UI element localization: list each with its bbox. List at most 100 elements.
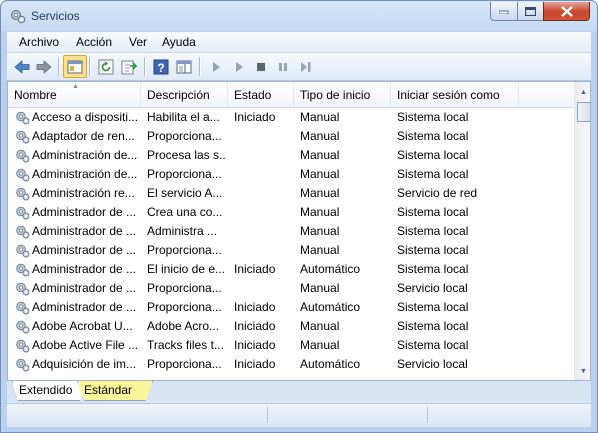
cell-description: Habilita el a...: [147, 110, 220, 124]
cell-startup: Manual: [300, 148, 340, 162]
toolbar-separator: [199, 57, 201, 76]
status-separator: [427, 407, 428, 423]
table-row[interactable]: Administrador de ... Proporciona... Manual…: [8, 279, 574, 298]
service-gear-icon: [15, 357, 30, 372]
maximize-button[interactable]: [517, 2, 544, 21]
column-header-name[interactable]: Nombre ▲: [8, 82, 141, 107]
cell-name: Adquisición de im...: [32, 357, 137, 371]
service-gear-icon: [15, 319, 30, 334]
table-row[interactable]: Administración de... Proporciona... Manual…: [8, 165, 574, 184]
back-arrow-icon: [14, 59, 30, 74]
table-row[interactable]: Administrador de ... Proporciona... Inicia…: [8, 298, 574, 317]
help-button[interactable]: ?: [150, 56, 172, 77]
cell-login: Sistema local: [397, 129, 469, 143]
cell-login: Sistema local: [397, 300, 469, 314]
services-window: Servicios Archivo Acción Ver Ayuda ? Nom…: [0, 0, 598, 433]
tab-estandar[interactable]: Estándar: [77, 381, 153, 401]
menu-archivo[interactable]: Archivo: [19, 35, 59, 49]
cell-name: Acceso a dispositi...: [32, 110, 139, 124]
cell-login: Sistema local: [397, 224, 469, 238]
vertical-scrollbar[interactable]: ▲ ▼: [574, 82, 590, 380]
window-title: Servicios: [31, 9, 80, 23]
cell-login: Sistema local: [397, 148, 469, 162]
cell-state: [234, 165, 294, 184]
scroll-down-icon[interactable]: ▼: [575, 363, 590, 380]
column-header-state[interactable]: Estado: [228, 82, 294, 107]
service-gear-icon: [15, 338, 30, 353]
cell-state: Iniciado: [234, 319, 276, 333]
cell-startup: Manual: [300, 319, 340, 333]
export-icon: [121, 60, 137, 74]
column-header-description[interactable]: Descripción: [141, 82, 228, 107]
cell-name: Adobe Active File ...: [32, 338, 139, 352]
forward-button[interactable]: [33, 56, 55, 77]
export-list-button[interactable]: [118, 56, 140, 77]
pause-service-button[interactable]: [272, 56, 294, 77]
column-header-startup[interactable]: Tipo de inicio: [294, 82, 391, 107]
cell-startup: Manual: [300, 224, 340, 238]
cell-login: Sistema local: [397, 167, 469, 181]
start-alt-icon: [236, 61, 243, 72]
cell-description: Adobe Acro...: [147, 319, 220, 333]
table-row[interactable]: Adobe Active File ... Tracks files t... In…: [8, 336, 574, 355]
view-tabs: Extendido Estándar: [7, 381, 591, 403]
cell-description: Proporciona...: [147, 129, 222, 143]
menu-accion[interactable]: Acción: [76, 35, 112, 49]
services-gear-icon: [11, 10, 26, 24]
start-service-alt-button[interactable]: [228, 56, 250, 77]
status-separator: [267, 407, 268, 423]
service-gear-icon: [15, 281, 30, 296]
cell-description: Crea una co...: [147, 205, 223, 219]
toolbar: ?: [7, 53, 591, 81]
scrollbar-thumb[interactable]: [577, 102, 590, 122]
service-gear-icon: [15, 186, 30, 201]
cell-state: Iniciado: [234, 338, 276, 352]
cell-state: [234, 241, 294, 260]
cell-startup: Automático: [300, 262, 361, 276]
back-button[interactable]: [11, 56, 33, 77]
cell-startup: Automático: [300, 357, 361, 371]
table-row[interactable]: Administrador de ... El inicio de e... Ini…: [8, 260, 574, 279]
table-row[interactable]: Administración de... Procesa las s... Manu…: [8, 146, 574, 165]
service-gear-icon: [15, 148, 30, 163]
cell-state: [234, 184, 294, 203]
table-row[interactable]: Adaptador de ren... Proporciona... Manual S…: [8, 127, 574, 146]
start-service-button[interactable]: [205, 56, 227, 77]
title-bar[interactable]: Servicios: [1, 1, 597, 31]
tab-extendido[interactable]: Extendido: [12, 381, 86, 401]
refresh-button[interactable]: [95, 56, 117, 77]
close-button[interactable]: [543, 2, 590, 21]
console-tree-icon: [67, 60, 83, 73]
cell-description: Administra ...: [147, 224, 218, 238]
menu-ayuda[interactable]: Ayuda: [162, 35, 196, 49]
cell-state: [234, 222, 294, 241]
service-gear-icon: [15, 224, 30, 239]
minimize-button[interactable]: [490, 2, 518, 21]
cell-description: Proporciona...: [147, 167, 222, 181]
table-row[interactable]: Administración re... El servicio A... Manu…: [8, 184, 574, 203]
table-row[interactable]: Administrador de ... Administra ... Manual…: [8, 222, 574, 241]
table-row[interactable]: Adquisición de im... Proporciona... Inicia…: [8, 355, 574, 374]
table-row[interactable]: Acceso a dispositi... Habilita el a... Ini…: [8, 108, 574, 127]
cell-name: Adobe Acrobat U...: [32, 319, 133, 333]
scroll-up-icon[interactable]: ▲: [575, 84, 590, 101]
menu-ver[interactable]: Ver: [129, 35, 147, 49]
toolbar-separator: [89, 57, 91, 76]
cell-login: Servicio local: [397, 357, 468, 371]
toolbar-separator: [144, 57, 146, 76]
cell-name: Administración de...: [32, 148, 138, 162]
show-console-tree-button[interactable]: [63, 55, 87, 78]
service-gear-icon: [15, 110, 30, 125]
cell-startup: Manual: [300, 338, 340, 352]
table-row[interactable]: Administrador de ... Proporciona... Manual…: [8, 241, 574, 260]
close-icon: [560, 5, 573, 17]
table-row[interactable]: Administrador de ... Crea una co... Manual…: [8, 203, 574, 222]
cell-startup: Manual: [300, 281, 340, 295]
stop-service-button[interactable]: [250, 56, 272, 77]
properties-pane-button[interactable]: [173, 56, 195, 77]
column-header-login[interactable]: Iniciar sesión como: [391, 82, 519, 107]
restart-service-button[interactable]: [295, 56, 317, 77]
cell-description: Proporciona...: [147, 281, 222, 295]
cell-name: Administrador de ...: [32, 281, 137, 295]
table-row[interactable]: Adobe Acrobat U... Adobe Acro... Iniciado M…: [8, 317, 574, 336]
